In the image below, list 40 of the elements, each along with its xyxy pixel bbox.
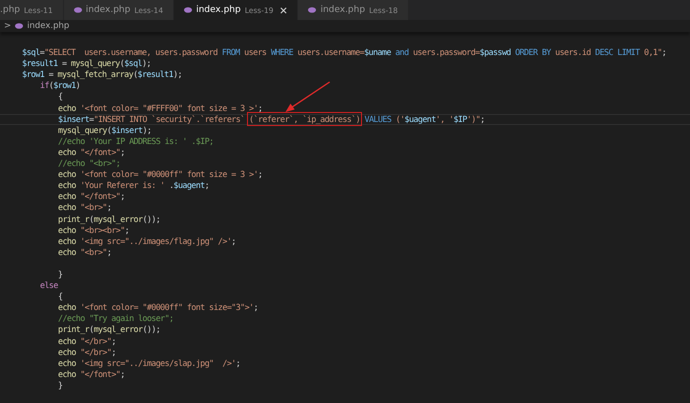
- code-line: echo "<br>";: [58, 202, 112, 212]
- code-line: echo '<img src="../images/flag.jpg" />';: [58, 236, 236, 246]
- code-line: echo "<br>";: [58, 246, 112, 257]
- code-line: echo "</br>";: [58, 336, 116, 346]
- code-line: }: [58, 268, 62, 279]
- code-line: mysql_query($insert);: [58, 124, 152, 135]
- code-line: $row1 = mysql_fetch_array($result1);: [22, 69, 182, 80]
- annotation-arrow: [283, 80, 333, 114]
- code-line: echo "<br><br>";: [58, 224, 130, 235]
- highlighted-code: (`referer`, `ip_address`): [249, 114, 360, 124]
- breadcrumb-separator: >: [4, 21, 12, 31]
- code-line: $result1 = mysql_query($sql);: [22, 58, 151, 68]
- code-line: {: [58, 91, 62, 102]
- breadcrumb-item[interactable]: index.php: [27, 21, 70, 31]
- code-line: print_r(mysql_error());: [58, 214, 160, 224]
- code-line: //echo "Try again looser";: [58, 313, 174, 324]
- code-line: if($row1): [40, 80, 80, 90]
- code-line: print_r(mysql_error());: [58, 324, 160, 334]
- code-line: echo "</font>";: [58, 191, 125, 202]
- code-line: echo "</font>";: [58, 368, 125, 379]
- code-line: $insert="INSERT INTO `security`.`referers`: [58, 114, 246, 124]
- code-line: }: [58, 380, 62, 390]
- close-icon[interactable]: [280, 6, 288, 14]
- code-line: //echo 'Your IP ADDRESS is: ' .$IP;: [58, 136, 214, 146]
- code-line: echo '<font color= "#0000ff" font size = 3 >';: [58, 169, 262, 180]
- file-icon: [184, 7, 192, 13]
- code-line: echo "</font>";: [58, 146, 125, 157]
- code-line: else: [40, 280, 58, 290]
- code-line: {: [58, 291, 62, 302]
- file-icon: [15, 23, 24, 29]
- code-line: echo '<font color= "#FFFF00" font size = 3 >';: [58, 102, 262, 113]
- code-line: echo '<img src="../images/slap.jpg" />';: [58, 358, 240, 368]
- code-line: echo 'Your Referer is: ' .$uagent;: [58, 180, 210, 190]
- code-line: $sql="SELECT users.username, users.password FROM users WHERE users.username=$uname and users.password=$passwd ORDER BY users.id DESC LIMIT 0,1";: [22, 47, 666, 58]
- code-line: VALUES ('$uagent', '$IP')";: [364, 114, 485, 124]
- code-line: echo '<font color= "#0000ff" font size="3">';: [58, 302, 258, 312]
- code-line: //echo "<br>";: [58, 158, 120, 168]
- file-icon: [308, 7, 316, 13]
- file-icon: [74, 7, 82, 13]
- code-line: echo "</br>";: [58, 346, 116, 357]
